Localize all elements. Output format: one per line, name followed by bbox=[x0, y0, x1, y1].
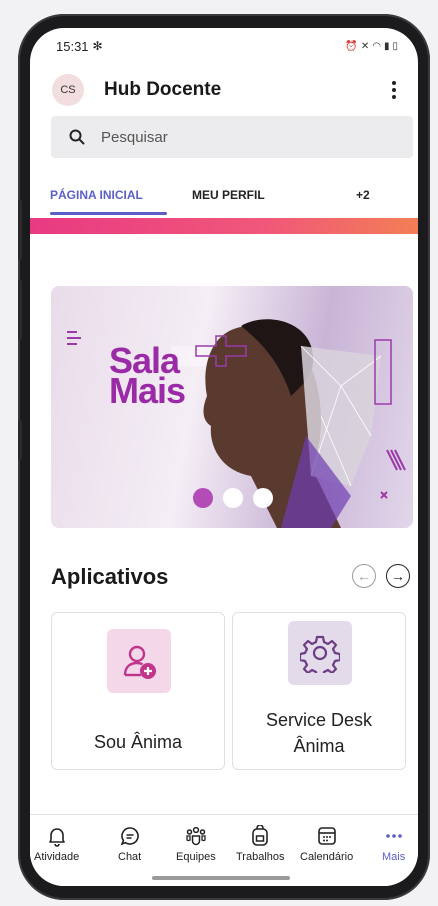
status-time: 15:31 ✻ bbox=[56, 38, 103, 54]
status-bar: 15:31 ✻ ⏰ ✕ ◠ ▮ ▯ bbox=[30, 28, 418, 64]
app-header: CS Hub Docente bbox=[30, 68, 418, 112]
nav-trabalhos[interactable]: Trabalhos bbox=[236, 825, 285, 863]
nav-atividade[interactable]: Atividade bbox=[34, 825, 79, 863]
more-icon bbox=[385, 834, 402, 838]
nav-calendario[interactable]: Calendário bbox=[300, 825, 353, 863]
nav-chat[interactable]: Chat bbox=[118, 825, 141, 863]
apps-section-title: Aplicativos bbox=[51, 564, 169, 589]
chat-icon bbox=[120, 827, 139, 846]
page-title: Hub Docente bbox=[104, 79, 222, 100]
nav-equipes[interactable]: Equipes bbox=[176, 825, 216, 863]
app-card-label: Service Desk Ânima bbox=[265, 710, 373, 756]
backpack-icon bbox=[252, 825, 269, 846]
brand-gradient-bar bbox=[30, 218, 418, 234]
more-options-icon[interactable] bbox=[384, 78, 404, 102]
signal-icon: ▮ bbox=[383, 40, 390, 52]
calendar-icon bbox=[317, 827, 336, 845]
mute-icon: ✕ bbox=[360, 40, 370, 52]
bell-icon bbox=[48, 828, 65, 847]
tab-bar: PÁGINA INICIAL MEU PERFIL +2 bbox=[30, 178, 418, 218]
phone-side-button bbox=[18, 420, 22, 460]
app-screen: 15:31 ✻ ⏰ ✕ ◠ ▮ ▯ CS Hub Docente PÁGINA … bbox=[30, 28, 418, 886]
banner-title: Sala Mais bbox=[109, 340, 186, 411]
nav-mais[interactable]: Mais bbox=[382, 825, 405, 863]
carousel-dot[interactable] bbox=[193, 488, 213, 508]
banner-carousel[interactable]: Sala Mais bbox=[51, 286, 413, 528]
alarm-icon: ⏰ bbox=[345, 40, 358, 52]
carousel-pagination bbox=[193, 488, 273, 508]
fan-icon: ✻ bbox=[92, 39, 103, 53]
carousel-dot[interactable] bbox=[253, 488, 273, 508]
arrow-right-icon[interactable]: → bbox=[386, 564, 410, 588]
active-tab-indicator bbox=[50, 212, 167, 215]
user-add-icon bbox=[107, 629, 171, 693]
search-bar[interactable] bbox=[51, 116, 413, 158]
carousel-dot[interactable] bbox=[223, 488, 243, 508]
search-icon bbox=[69, 129, 85, 145]
avatar[interactable]: CS bbox=[52, 74, 84, 106]
app-card-sou-anima[interactable]: Sou Ânima bbox=[51, 612, 225, 770]
battery-icon: ▯ bbox=[392, 40, 398, 52]
tab-more[interactable]: +2 bbox=[356, 188, 370, 202]
status-icons: ⏰ ✕ ◠ ▮ ▯ bbox=[345, 41, 398, 52]
apps-pagination: ← → bbox=[352, 564, 410, 588]
bottom-navigation: Atividade Chat Equipes Trabalhos Calendá… bbox=[30, 814, 418, 886]
app-card-service-desk[interactable]: Service Desk Ânima bbox=[232, 612, 406, 770]
home-indicator[interactable] bbox=[152, 876, 290, 880]
phone-side-button bbox=[18, 280, 22, 340]
tab-pagina-inicial[interactable]: PÁGINA INICIAL bbox=[50, 188, 143, 202]
tab-meu-perfil[interactable]: MEU PERFIL bbox=[192, 188, 265, 202]
teams-icon bbox=[186, 826, 206, 846]
search-input[interactable] bbox=[101, 128, 361, 146]
phone-side-button bbox=[18, 200, 22, 260]
arrow-left-icon[interactable]: ← bbox=[352, 564, 376, 588]
wifi-icon: ◠ bbox=[372, 40, 381, 52]
app-card-label: Sou Ânima bbox=[93, 732, 183, 752]
gear-icon bbox=[288, 621, 352, 685]
